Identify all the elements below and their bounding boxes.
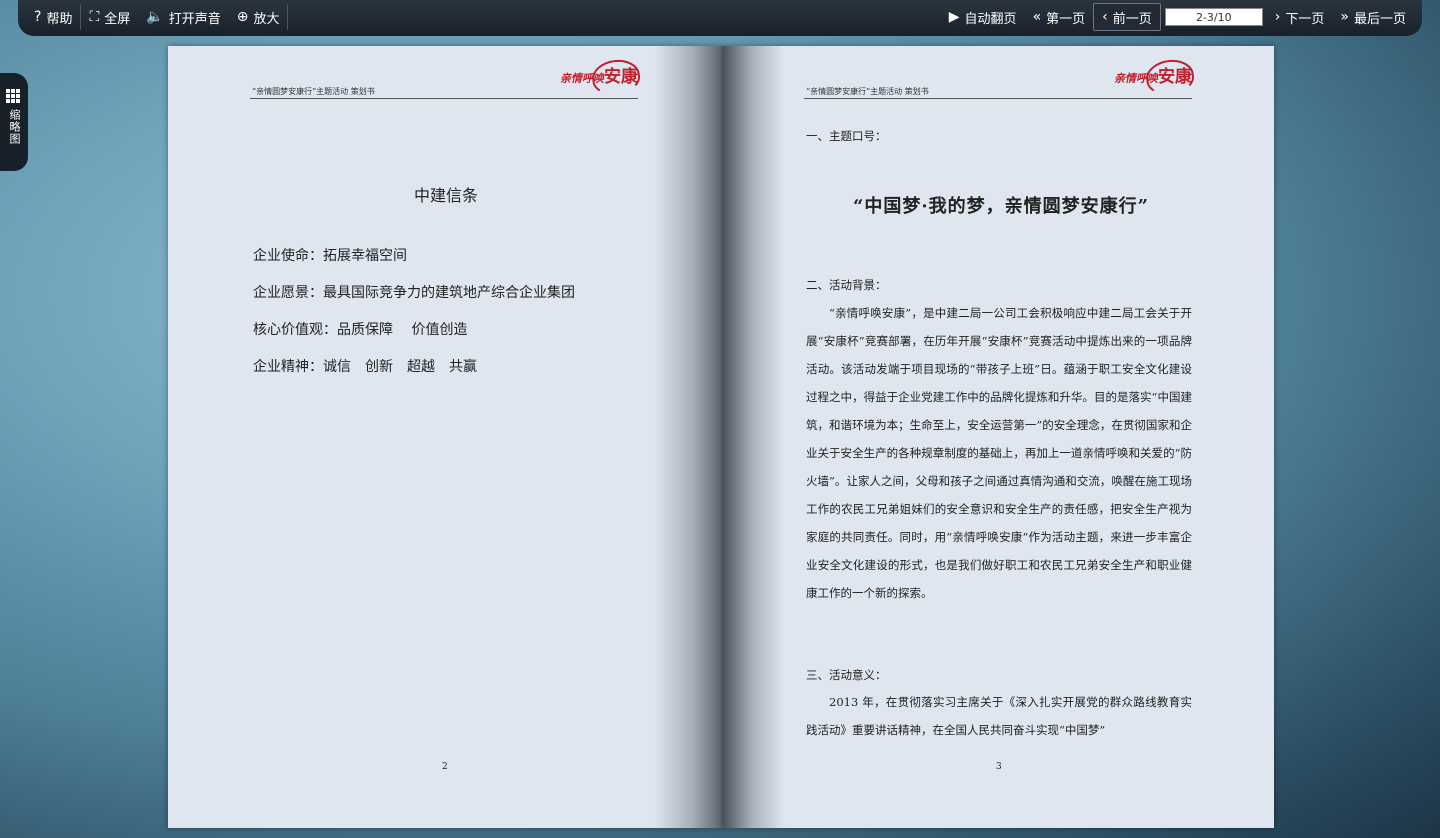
toolbar-right: ▶ 自动翻页 « 第一页 ‹ 前一页 › 下一页 » 最后一页: [941, 0, 1414, 34]
page-number: 3: [996, 762, 1002, 772]
zoom-in-icon: ⊕: [236, 9, 249, 25]
text-line: 核心价值观：品质保障 价值创造: [253, 322, 468, 338]
section-heading: 一、主题口号：: [806, 129, 887, 143]
grid-icon: [6, 89, 20, 103]
header-text: “亲情圆梦安康行”主题活动 策划书: [806, 87, 929, 96]
chevron-right-icon: ›: [1274, 9, 1281, 25]
help-button[interactable]: ? 帮助: [26, 2, 80, 32]
header-text: “亲情圆梦安康行”主题活动 策划书: [252, 87, 375, 96]
auto-flip-label: 自动翻页: [964, 11, 1017, 27]
page-number-input[interactable]: [1164, 8, 1263, 26]
page-number: 2: [442, 762, 448, 772]
fullscreen-label: 全屏: [104, 11, 131, 27]
zoom-label: 放大: [253, 11, 280, 27]
fullscreen-button[interactable]: ⛶ 全屏: [81, 2, 138, 32]
heart-icon: [1143, 56, 1197, 98]
text-line: 企业精神：诚信 创新 超越 共赢: [253, 359, 477, 375]
paragraph: “亲情呼唤安康”，是中建二局一公司工会积极响应中建二局工会关于开展“安康杯”竞赛…: [806, 306, 1192, 600]
next-page-label: 下一页: [1285, 11, 1325, 27]
left-page[interactable]: “亲情圆梦安康行”主题活动 策划书 亲情呼唤安康 中建信条 企业使命：拓展幸福空…: [168, 46, 724, 828]
play-icon: ▶: [948, 9, 960, 25]
page-header: “亲情圆梦安康行”主题活动 策划书 亲情呼唤安康: [804, 56, 1197, 99]
page-gutter-shadow: [654, 46, 724, 828]
right-page[interactable]: “亲情圆梦安康行”主题活动 策划书 亲情呼唤安康 一、主题口号： “中国梦·我的…: [724, 46, 1274, 828]
thumbnail-tab[interactable]: 缩略图: [0, 73, 28, 171]
double-chevron-right-icon: »: [1340, 9, 1349, 25]
page-title: 中建信条: [413, 186, 478, 205]
last-page-label: 最后一页: [1353, 11, 1406, 27]
fullscreen-icon: ⛶: [89, 9, 100, 25]
section-heading: 三、活动意义：: [806, 668, 887, 682]
help-label: 帮助: [46, 11, 73, 27]
double-chevron-left-icon: «: [1032, 9, 1042, 25]
page-header: “亲情圆梦安康行”主题活动 策划书 亲情呼唤安康: [250, 56, 643, 99]
first-page-button[interactable]: « 第一页: [1025, 2, 1094, 32]
question-icon: ?: [34, 9, 42, 25]
prev-page-label: 前一页: [1112, 11, 1152, 27]
toolbar-left: ? 帮助 ⛶ 全屏 🔈 打开声音 ⊕ 放大: [26, 0, 289, 34]
section-heading: 二、活动背景：: [806, 278, 887, 292]
text-line: 企业使命：拓展幸福空间: [253, 248, 407, 264]
slogan: “中国梦·我的梦，亲情圆梦安康行”: [853, 196, 1149, 217]
toolbar: ? 帮助 ⛶ 全屏 🔈 打开声音 ⊕ 放大 ▶ 自动翻页 « 第一页 ‹ 前一页: [18, 0, 1422, 36]
heart-icon: [589, 56, 643, 98]
prev-page-button[interactable]: ‹ 前一页: [1093, 3, 1161, 31]
brand-logo: 亲情呼唤安康: [560, 56, 643, 98]
sound-button[interactable]: 🔈 打开声音: [138, 2, 228, 32]
paragraph: 2013 年，在贯彻落实习主席关于《深入扎实开展党的群众路线教育实践活动》重要讲…: [806, 695, 1192, 737]
brand-logo: 亲情呼唤安康: [1114, 56, 1197, 98]
first-page-label: 第一页: [1046, 11, 1086, 27]
last-page-button[interactable]: » 最后一页: [1332, 2, 1414, 32]
thumbnail-label: 缩略图: [8, 109, 21, 145]
page-gutter-shadow: [724, 46, 784, 828]
sound-label: 打开声音: [168, 11, 221, 27]
toolbar-divider: [287, 4, 289, 30]
zoom-button[interactable]: ⊕ 放大: [229, 2, 288, 32]
next-page-button[interactable]: › 下一页: [1267, 2, 1333, 32]
auto-flip-button[interactable]: ▶ 自动翻页: [941, 2, 1025, 32]
chevron-left-icon: ‹: [1102, 9, 1108, 25]
speaker-icon: 🔈: [146, 9, 164, 25]
text-line: 企业愿景：最具国际竞争力的建筑地产综合企业集团: [253, 285, 575, 301]
